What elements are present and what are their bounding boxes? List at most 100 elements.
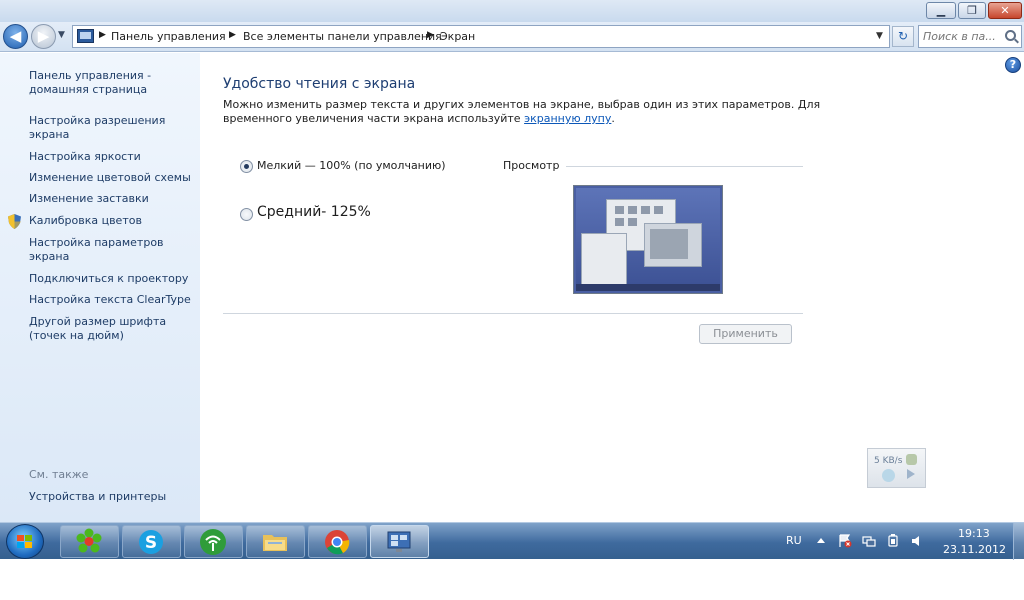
display-settings-icon — [387, 531, 411, 552]
radio-medium-size[interactable] — [240, 208, 253, 221]
sidebar-item-projector[interactable]: Подключиться к проектору — [29, 272, 197, 286]
preview-tile — [628, 206, 637, 214]
help-glyph: ? — [1009, 58, 1017, 71]
apply-button[interactable]: Применить — [699, 324, 792, 344]
minimize-button[interactable]: ▁ — [926, 2, 956, 19]
page-title: Удобство чтения с экрана — [223, 76, 416, 92]
preview-desktop — [576, 188, 720, 285]
address-dropdown-icon[interactable]: ▼ — [876, 31, 883, 41]
sidebar-item-cleartype[interactable]: Настройка текста ClearType — [29, 293, 197, 307]
uac-shield-icon — [8, 214, 21, 229]
preview-content-block — [650, 229, 688, 259]
help-icon[interactable]: ? — [1005, 57, 1021, 73]
sidebar-item-display-settings[interactable]: Настройка параметров экрана — [29, 236, 197, 264]
search-box[interactable] — [918, 25, 1022, 48]
show-desktop-button[interactable] — [1013, 523, 1024, 560]
refresh-icon: ↻ — [897, 29, 909, 43]
sidebar-item-color-scheme[interactable]: Изменение цветовой схемы — [29, 171, 197, 185]
control-panel-icon — [77, 29, 94, 43]
search-icon[interactable] — [1005, 30, 1016, 41]
preview-window-front — [644, 223, 702, 267]
apply-button-label: Применить — [713, 327, 778, 340]
breadcrumb-all-items[interactable]: Все элементы панели управления — [243, 30, 442, 43]
radio-small-size[interactable] — [240, 160, 253, 173]
recent-pages-dropdown[interactable]: ▼ — [58, 30, 65, 40]
sidebar-item-custom-dpi[interactable]: Другой размер шрифта (точек на дюйм) — [29, 315, 197, 343]
navigation-bar: ◀ ▶ ▼ ▶ Панель управления ▶ Все элементы… — [0, 22, 1024, 52]
start-button[interactable] — [6, 524, 44, 559]
sidebar-item-screensaver[interactable]: Изменение заставки — [29, 192, 197, 206]
description-text: временного увеличения части экрана испол… — [223, 112, 525, 125]
network-status-icon — [906, 454, 917, 465]
svg-text:S: S — [145, 533, 157, 553]
play-arrow-icon — [907, 469, 915, 479]
wifi-icon — [200, 529, 226, 555]
taskbar-app-display[interactable] — [370, 525, 429, 558]
maximize-button[interactable]: ❐ — [958, 2, 986, 19]
forward-arrow-icon: ▶ — [37, 27, 50, 45]
sidebar: Панель управления - домашняя страница На… — [0, 53, 200, 522]
page-description-line-2: временного увеличения части экрана испол… — [223, 112, 615, 125]
option-medium-label[interactable]: Средний- 125% — [257, 204, 371, 220]
language-indicator[interactable]: RU — [786, 534, 802, 547]
breadcrumb-display[interactable]: Экран — [440, 30, 475, 43]
blank-area — [0, 560, 1024, 600]
breadcrumb-separator[interactable]: ▶ — [99, 30, 106, 40]
sidebar-item-color-calibration[interactable]: Калибровка цветов — [29, 214, 197, 228]
preview-tile — [628, 218, 637, 226]
description-period: . — [611, 112, 615, 125]
preview-window-left — [581, 233, 627, 285]
restore-icon: ❐ — [967, 4, 977, 17]
clock-time[interactable]: 19:13 — [958, 527, 990, 540]
globe-icon — [882, 469, 895, 482]
clock-date[interactable]: 23.11.2012 — [943, 543, 1006, 556]
chrome-icon — [325, 530, 350, 555]
preview-thumbnail — [573, 185, 723, 294]
close-icon: ✕ — [1000, 4, 1010, 17]
preview-tile — [641, 206, 650, 214]
magnifier-link[interactable]: экранную лупу — [524, 112, 611, 125]
network-meter-gadget[interactable]: 5 KB/s — [867, 448, 926, 488]
sidebar-item-devices-printers[interactable]: Устройства и принтеры — [29, 490, 197, 504]
minimize-icon: ▁ — [936, 4, 946, 17]
close-button[interactable]: ✕ — [988, 2, 1022, 19]
window-title-bar[interactable]: ▁ ❐ ✕ — [0, 0, 1024, 22]
taskbar: S RU 19:13 23.11.2012 — [0, 522, 1024, 560]
page-description: Можно изменить размер текста и других эл… — [223, 98, 821, 111]
back-arrow-icon: ◀ — [9, 27, 22, 45]
breadcrumb-separator[interactable]: ▶ — [229, 30, 236, 40]
network-connection-icon[interactable] — [862, 534, 876, 548]
taskbar-app-network[interactable] — [184, 525, 243, 558]
sidebar-item-resolution[interactable]: Настройка разрешения экрана — [29, 114, 197, 142]
preview-divider — [566, 166, 803, 167]
sidebar-item-control-panel-home[interactable]: Панель управления - домашняя страница — [29, 69, 197, 97]
network-speed-text: 5 KB/s — [874, 456, 903, 466]
preview-label: Просмотр — [503, 159, 560, 172]
desktop-screen: ▁ ❐ ✕ ◀ ▶ ▼ ▶ Панель управления ▶ Все эл… — [0, 0, 1024, 600]
preview-taskbar — [576, 284, 720, 291]
refresh-button[interactable]: ↻ — [892, 26, 914, 47]
folder-icon — [263, 535, 287, 551]
taskbar-app-explorer[interactable] — [246, 525, 305, 558]
volume-icon[interactable] — [910, 534, 924, 548]
section-divider — [223, 313, 803, 314]
action-center-flag-icon[interactable] — [838, 534, 852, 548]
breadcrumb-control-panel[interactable]: Панель управления — [111, 30, 226, 43]
see-also-heading: См. также — [29, 468, 89, 481]
taskbar-app-chrome[interactable] — [308, 525, 367, 558]
address-bar[interactable]: ▶ Панель управления ▶ Все элементы панел… — [72, 25, 890, 48]
preview-tile — [615, 218, 624, 226]
preview-tile — [654, 206, 663, 214]
taskbar-app-icq[interactable] — [60, 525, 119, 558]
sidebar-item-brightness[interactable]: Настройка яркости — [29, 150, 197, 164]
icq-flower-icon — [76, 528, 102, 553]
search-input[interactable] — [923, 28, 1001, 45]
option-small-label[interactable]: Мелкий — 100% (по умолчанию) — [257, 159, 446, 172]
forward-button[interactable]: ▶ — [31, 24, 56, 49]
show-hidden-icons-icon[interactable] — [817, 538, 825, 543]
power-plug-icon[interactable] — [886, 534, 900, 548]
breadcrumb-separator[interactable]: ▶ — [427, 30, 434, 40]
taskbar-app-skype[interactable]: S — [122, 525, 181, 558]
windows-logo-icon — [17, 535, 33, 549]
back-button[interactable]: ◀ — [3, 24, 28, 49]
